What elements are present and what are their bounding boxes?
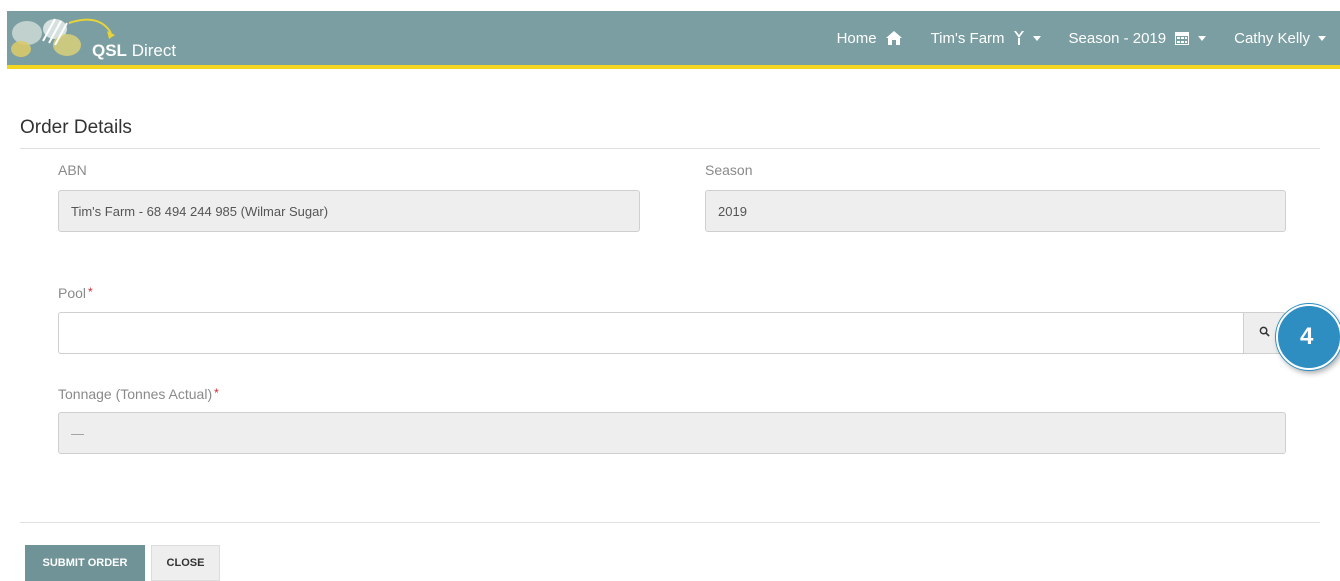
title-divider bbox=[20, 148, 1320, 149]
tonnage-label: Tonnage (Tonnes Actual) * bbox=[58, 386, 219, 402]
logo-text: QSL Direct bbox=[92, 41, 177, 60]
season-value: 2019 bbox=[718, 203, 747, 219]
qsl-logo[interactable]: QSL Direct bbox=[7, 11, 207, 65]
close-button[interactable]: CLOSE bbox=[151, 545, 220, 581]
page-title: Order Details bbox=[20, 117, 132, 138]
footer-divider bbox=[20, 522, 1320, 523]
pool-label: Pool * bbox=[58, 285, 93, 301]
home-icon bbox=[885, 30, 903, 46]
chevron-down-icon bbox=[1032, 35, 1041, 41]
nav-menu: Home Tim's Farm Season - 2019 Cathy Kell… bbox=[823, 11, 1340, 65]
nav-user-label: Cathy Kelly bbox=[1234, 29, 1310, 47]
abn-label: ABN bbox=[58, 162, 87, 178]
nav-season-dropdown[interactable]: Season - 2019 bbox=[1055, 30, 1221, 47]
search-icon bbox=[1259, 324, 1270, 342]
submit-order-button[interactable]: SUBMIT ORDER bbox=[25, 545, 145, 581]
step-number: 4 bbox=[1300, 323, 1314, 350]
farm-icon bbox=[1013, 30, 1025, 46]
calendar-icon bbox=[1174, 30, 1190, 46]
step-callout-badge: 4 bbox=[1276, 304, 1340, 370]
tonnage-label-text: Tonnage (Tonnes Actual) bbox=[58, 386, 213, 402]
tonnage-value: — bbox=[71, 425, 84, 441]
abn-value: Tim's Farm - 68 494 244 985 (Wilmar Suga… bbox=[71, 203, 329, 219]
nav-farm-label: Tim's Farm bbox=[930, 29, 1005, 47]
nav-season-label: Season - 2019 bbox=[1068, 29, 1167, 47]
nav-farm-dropdown[interactable]: Tim's Farm bbox=[917, 30, 1055, 47]
top-navbar: QSL Direct Home Tim's Farm Season - 2019 bbox=[7, 11, 1340, 69]
pool-label-text: Pool bbox=[58, 285, 87, 301]
nav-home[interactable]: Home bbox=[823, 30, 917, 47]
nav-user-dropdown[interactable]: Cathy Kelly bbox=[1220, 30, 1340, 47]
tonnage-field: — bbox=[58, 412, 1286, 454]
chevron-down-icon bbox=[1198, 35, 1207, 41]
required-marker: * bbox=[214, 386, 219, 400]
abn-field: Tim's Farm - 68 494 244 985 (Wilmar Suga… bbox=[58, 190, 640, 232]
pool-input[interactable] bbox=[58, 312, 1244, 354]
season-label: Season bbox=[705, 162, 753, 178]
required-marker: * bbox=[88, 285, 93, 299]
nav-home-label: Home bbox=[836, 29, 877, 47]
chevron-down-icon bbox=[1318, 35, 1326, 41]
season-field: 2019 bbox=[705, 190, 1286, 232]
